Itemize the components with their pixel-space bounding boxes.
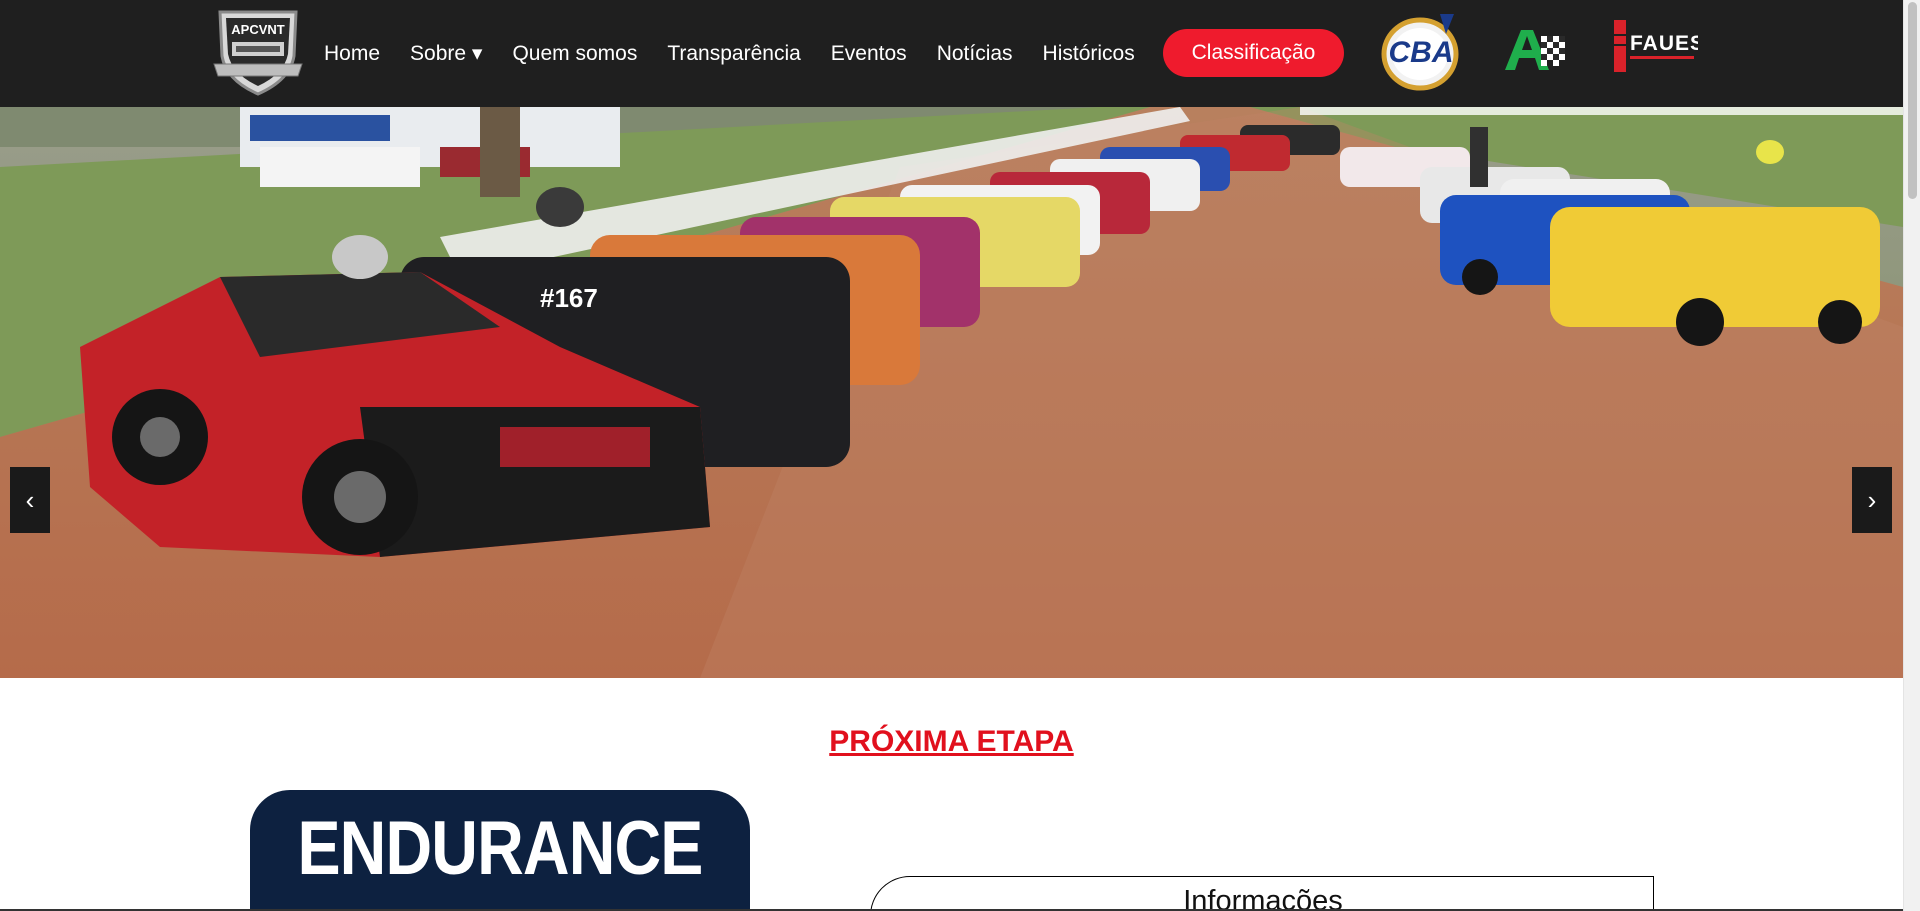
carousel-next-button[interactable]: › <box>1852 467 1892 533</box>
nav-quem-somos[interactable]: Quem somos <box>512 42 637 66</box>
svg-text:CBA: CBA <box>1389 36 1454 69</box>
navbar: APCVNT Home Sobre ▾ Quem somos Transparê… <box>0 0 1903 107</box>
nav-transparencia[interactable]: Transparência <box>667 42 800 66</box>
proxima-etapa-heading: PRÓXIMA ETAPA <box>0 725 1903 759</box>
svg-text:FAUESC: FAUESC <box>1630 32 1698 55</box>
event-title: ENDURANCE <box>297 806 703 891</box>
nav-home[interactable]: Home <box>324 42 380 66</box>
event-card[interactable]: ENDURANCE <box>250 790 750 911</box>
section-title-text[interactable]: PRÓXIMA ETAPA <box>829 725 1073 758</box>
vertical-scrollbar[interactable] <box>1903 0 1920 911</box>
hero-racing-photo: #167 <box>0 107 1903 678</box>
carousel-prev-button[interactable]: ‹ <box>10 467 50 533</box>
apcvnt-logo[interactable]: APCVNT <box>210 6 306 98</box>
main-nav: Home Sobre ▾ Quem somos Transparência Ev… <box>324 0 1165 107</box>
cba-logo[interactable]: CBA <box>1380 10 1460 92</box>
hero-carousel: #167 ‹ › <box>0 107 1903 678</box>
info-box: Informações <box>870 876 1654 911</box>
nav-noticias[interactable]: Notícias <box>937 42 1013 66</box>
fauesc-logo[interactable]: FAUESC <box>1612 18 1698 76</box>
checkered-flag-logo[interactable] <box>1503 28 1567 72</box>
nav-historicos[interactable]: Históricos <box>1043 42 1135 66</box>
scrollbar-thumb[interactable] <box>1908 2 1917 199</box>
info-heading: Informações <box>1183 885 1343 911</box>
classificacao-button[interactable]: Classificação <box>1163 29 1344 77</box>
page: APCVNT Home Sobre ▾ Quem somos Transparê… <box>0 0 1920 911</box>
nav-eventos[interactable]: Eventos <box>831 42 907 66</box>
svg-text:APCVNT: APCVNT <box>231 22 285 37</box>
nav-sobre-dropdown[interactable]: Sobre ▾ <box>410 41 482 66</box>
car-number-label: #167 <box>540 283 598 313</box>
